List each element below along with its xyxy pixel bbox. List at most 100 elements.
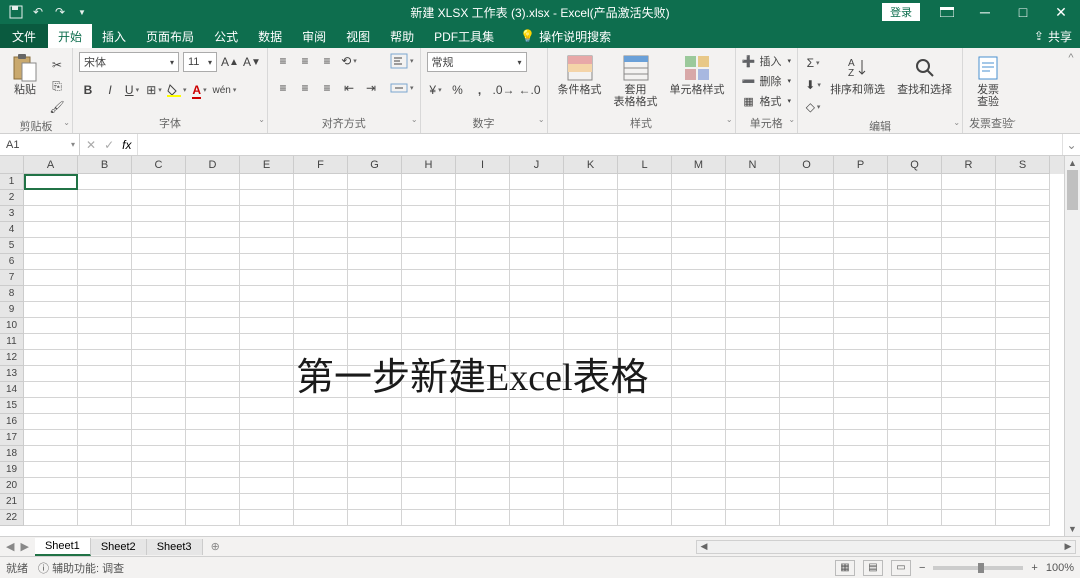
cell[interactable] <box>240 494 294 510</box>
cell[interactable] <box>24 206 78 222</box>
cell[interactable] <box>726 238 780 254</box>
cell[interactable] <box>456 174 510 190</box>
cell[interactable] <box>132 382 186 398</box>
cell[interactable] <box>888 494 942 510</box>
conditional-format-button[interactable]: 条件格式 <box>554 52 606 98</box>
zoom-level[interactable]: 100% <box>1046 562 1074 574</box>
cell[interactable] <box>348 190 402 206</box>
align-right-icon[interactable]: ≡ <box>318 79 336 97</box>
scroll-down-icon[interactable]: ▼ <box>1065 522 1080 536</box>
cell[interactable] <box>294 366 348 382</box>
cell[interactable] <box>132 414 186 430</box>
cell[interactable] <box>132 254 186 270</box>
maximize-button[interactable]: □ <box>1004 0 1042 24</box>
cell[interactable] <box>186 174 240 190</box>
cell[interactable] <box>834 494 888 510</box>
cell[interactable] <box>402 334 456 350</box>
column-header[interactable]: H <box>402 156 456 174</box>
cell[interactable] <box>402 366 456 382</box>
cell[interactable] <box>348 334 402 350</box>
find-select-button[interactable]: 查找和选择 <box>893 52 956 98</box>
cell[interactable] <box>510 494 564 510</box>
cell[interactable] <box>726 334 780 350</box>
cell[interactable] <box>348 494 402 510</box>
cell[interactable] <box>618 270 672 286</box>
cell[interactable] <box>510 334 564 350</box>
minimize-button[interactable]: ─ <box>966 0 1004 24</box>
indent-inc-icon[interactable]: ⇥ <box>362 79 380 97</box>
cell[interactable] <box>186 254 240 270</box>
cell[interactable] <box>672 462 726 478</box>
align-top-icon[interactable]: ≡ <box>274 52 292 70</box>
cell[interactable] <box>78 206 132 222</box>
cell[interactable] <box>618 382 672 398</box>
column-header[interactable]: J <box>510 156 564 174</box>
cell[interactable] <box>294 270 348 286</box>
cell[interactable] <box>996 510 1050 526</box>
cell[interactable] <box>24 366 78 382</box>
cell[interactable] <box>510 350 564 366</box>
column-header[interactable]: C <box>132 156 186 174</box>
cell[interactable] <box>510 238 564 254</box>
cell[interactable] <box>780 430 834 446</box>
cell[interactable] <box>348 414 402 430</box>
cell[interactable] <box>618 318 672 334</box>
decrease-font-icon[interactable]: A▼ <box>243 53 261 71</box>
cell[interactable] <box>294 222 348 238</box>
cell[interactable] <box>780 270 834 286</box>
cell[interactable] <box>78 446 132 462</box>
cell[interactable] <box>834 206 888 222</box>
cell[interactable] <box>294 382 348 398</box>
cell[interactable] <box>834 270 888 286</box>
delete-cells-button[interactable]: ➖删除▾ <box>742 72 792 90</box>
row-header[interactable]: 19 <box>0 462 24 478</box>
vertical-scrollbar[interactable]: ▲ ▼ <box>1064 156 1080 536</box>
cell[interactable] <box>78 286 132 302</box>
cell[interactable] <box>132 350 186 366</box>
cell[interactable] <box>834 286 888 302</box>
cell[interactable] <box>348 286 402 302</box>
cell[interactable] <box>240 334 294 350</box>
cell[interactable] <box>834 190 888 206</box>
cell[interactable] <box>672 206 726 222</box>
cell[interactable] <box>78 462 132 478</box>
row-header[interactable]: 15 <box>0 398 24 414</box>
cell[interactable] <box>24 494 78 510</box>
cell[interactable] <box>402 494 456 510</box>
cell[interactable] <box>834 510 888 526</box>
fill-button[interactable]: ⬇ <box>804 76 822 94</box>
cell[interactable] <box>186 334 240 350</box>
decrease-decimal-icon[interactable]: ←.0 <box>519 81 541 99</box>
cell[interactable] <box>942 286 996 302</box>
column-header[interactable]: E <box>240 156 294 174</box>
cell[interactable] <box>240 398 294 414</box>
cell[interactable] <box>888 366 942 382</box>
cell[interactable] <box>294 430 348 446</box>
cell[interactable] <box>402 462 456 478</box>
sheet-tab-3[interactable]: Sheet3 <box>147 539 203 555</box>
cell[interactable] <box>726 190 780 206</box>
column-header[interactable]: F <box>294 156 348 174</box>
cell[interactable] <box>888 206 942 222</box>
redo-icon[interactable]: ↷ <box>52 4 68 20</box>
row-header[interactable]: 22 <box>0 510 24 526</box>
cell[interactable] <box>618 190 672 206</box>
cell[interactable] <box>942 222 996 238</box>
cell[interactable] <box>240 382 294 398</box>
cell[interactable] <box>402 190 456 206</box>
cell[interactable] <box>510 286 564 302</box>
cell[interactable] <box>618 174 672 190</box>
cell[interactable] <box>186 494 240 510</box>
cell[interactable] <box>780 414 834 430</box>
cell[interactable] <box>456 254 510 270</box>
cell[interactable] <box>672 302 726 318</box>
cut-icon[interactable]: ✂ <box>48 56 66 74</box>
cell[interactable] <box>618 478 672 494</box>
cell[interactable] <box>672 446 726 462</box>
cell[interactable] <box>294 350 348 366</box>
cell[interactable] <box>78 222 132 238</box>
cell[interactable] <box>942 430 996 446</box>
cell[interactable] <box>726 222 780 238</box>
cell-styles-button[interactable]: 单元格样式 <box>666 52 729 98</box>
cell[interactable] <box>618 286 672 302</box>
